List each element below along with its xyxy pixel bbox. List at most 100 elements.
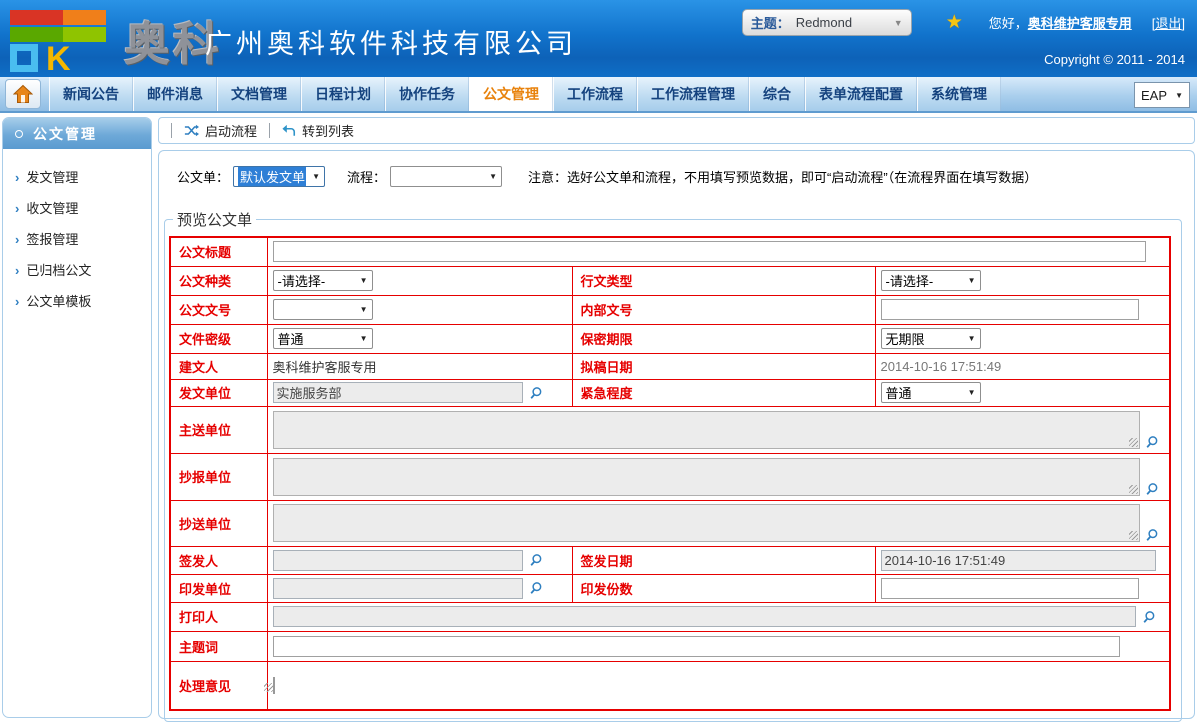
search-icon[interactable]	[529, 581, 543, 595]
keywords-input[interactable]	[273, 636, 1121, 657]
sidebar-item-sign-reports[interactable]: ›签报管理	[15, 223, 151, 254]
line-type-label: 行文类型	[572, 266, 875, 295]
table-row: 打印人	[170, 602, 1170, 631]
doc-no-label: 公文文号	[170, 295, 267, 324]
theme-select[interactable]: 主题： Redmond ▼	[742, 9, 912, 36]
search-icon[interactable]	[1145, 482, 1159, 496]
doc-no-select[interactable]: ▼	[273, 299, 373, 320]
issue-unit-label: 发文单位	[170, 379, 267, 406]
theme-label: 主题：	[751, 13, 790, 32]
draft-date-label: 拟稿日期	[572, 353, 875, 379]
copy-send-label: 抄送单位	[170, 500, 267, 546]
return-arrow-icon	[282, 124, 296, 137]
arrow-icon: ›	[15, 170, 19, 185]
company-name: 广州奥科软件科技有限公司	[205, 22, 577, 61]
sidebar-item-incoming-docs[interactable]: ›收文管理	[15, 192, 151, 223]
main-send-textarea[interactable]	[273, 411, 1141, 449]
tab-docs[interactable]: 文档管理	[217, 77, 301, 111]
table-row: 建文人 奥科维护客服专用 拟稿日期 2014-10-16 17:51:49	[170, 353, 1170, 379]
doc-form-select[interactable]: 默认发文单 ▼	[233, 166, 325, 187]
doc-title-input[interactable]	[273, 241, 1147, 262]
dropdown-arrow-icon: ▼	[360, 276, 368, 285]
secrecy-select[interactable]: 普通 ▼	[273, 328, 373, 349]
favorite-star-icon[interactable]: ★	[946, 11, 963, 34]
main-send-label: 主送单位	[170, 406, 267, 453]
tab-schedule[interactable]: 日程计划	[301, 77, 385, 111]
dropdown-arrow-icon: ▼	[360, 334, 368, 343]
secrecy-term-label: 保密期限	[572, 324, 875, 353]
eap-select[interactable]: EAP ▼	[1134, 82, 1190, 108]
bullet-icon	[15, 130, 23, 138]
secrecy-term-select[interactable]: 无期限 ▼	[881, 328, 981, 349]
sidebar-item-doc-templates[interactable]: ›公文单模板	[15, 285, 151, 316]
tab-official-docs[interactable]: 公文管理	[469, 77, 553, 111]
print-copies-input[interactable]	[881, 578, 1139, 599]
logout-link[interactable]: [退出]	[1152, 13, 1185, 32]
issue-unit-input[interactable]	[273, 382, 523, 403]
dropdown-arrow-icon: ▼	[968, 388, 976, 397]
internal-no-label: 内部文号	[572, 295, 875, 324]
table-row: 处理意见	[170, 661, 1170, 710]
doc-title-label: 公文标题	[170, 237, 267, 266]
search-icon[interactable]	[529, 386, 543, 400]
doc-type-label: 公文种类	[170, 266, 267, 295]
tab-workflow-mgmt[interactable]: 工作流程管理	[637, 77, 749, 111]
copy-report-textarea[interactable]	[273, 458, 1141, 496]
search-icon[interactable]	[1142, 610, 1156, 624]
sidebar-header: 公文管理	[3, 118, 151, 149]
print-copies-label: 印发份数	[572, 574, 875, 602]
opinion-label: 处理意见	[170, 661, 267, 710]
home-button[interactable]	[5, 79, 41, 109]
goto-list-button[interactable]: 转到列表	[282, 121, 354, 140]
greeting: 您好，奥科维护客服专用	[989, 13, 1132, 32]
doc-type-select[interactable]: -请选择- ▼	[273, 270, 373, 291]
tab-workflow[interactable]: 工作流程	[553, 77, 637, 111]
logo: K 奥科	[10, 8, 222, 74]
username-link[interactable]: 奥科维护客服专用	[1028, 16, 1132, 31]
arrow-icon: ›	[15, 294, 19, 309]
tab-mail[interactable]: 邮件消息	[133, 77, 217, 111]
copy-send-textarea[interactable]	[273, 504, 1141, 542]
tab-news[interactable]: 新闻公告	[49, 77, 133, 111]
dropdown-arrow-icon: ▼	[1175, 91, 1183, 100]
tab-form-flow-config[interactable]: 表单流程配置	[805, 77, 917, 111]
print-unit-input[interactable]	[273, 578, 523, 599]
page-header: K 奥科 广州奥科软件科技有限公司 主题： Redmond ▼ ★ 您好，奥科维…	[0, 0, 1197, 77]
dropdown-arrow-icon: ▼	[312, 172, 320, 181]
search-icon[interactable]	[1145, 435, 1159, 449]
sidebar-item-archived-docs[interactable]: ›已归档公文	[15, 254, 151, 285]
urgency-select[interactable]: 普通 ▼	[881, 382, 981, 403]
table-row: 主题词	[170, 631, 1170, 661]
search-icon[interactable]	[529, 553, 543, 567]
printer-input[interactable]	[273, 606, 1137, 627]
doc-form-table: 公文标题 公文种类 -请选择- ▼ 行文类型 -请选择- ▼	[169, 236, 1171, 711]
signer-input[interactable]	[273, 550, 523, 571]
flow-label: 流程：	[347, 167, 386, 186]
toolbar: 启动流程 转到列表	[158, 117, 1195, 144]
tab-sysadmin[interactable]: 系统管理	[917, 77, 1001, 111]
sign-date-input[interactable]	[881, 550, 1157, 571]
search-icon[interactable]	[1145, 528, 1159, 542]
internal-no-input[interactable]	[881, 299, 1139, 320]
tab-general[interactable]: 综合	[749, 77, 805, 111]
shuffle-icon	[184, 124, 199, 137]
home-icon	[13, 84, 33, 104]
doc-form-label: 公文单：	[177, 167, 229, 186]
urgency-label: 紧急程度	[572, 379, 875, 406]
start-flow-button[interactable]: 启动流程	[184, 121, 257, 140]
sidebar-item-outgoing-docs[interactable]: ›发文管理	[15, 161, 151, 192]
sign-date-label: 签发日期	[572, 546, 875, 574]
note-text: 注意：选好公文单和流程，不用填写预览数据，即可“启动流程”（在流程界面在填写数据…	[528, 167, 1037, 186]
table-row: 公文标题	[170, 237, 1170, 266]
flow-select[interactable]: ▼	[390, 166, 502, 187]
table-row: 抄送单位	[170, 500, 1170, 546]
line-type-select[interactable]: -请选择- ▼	[881, 270, 981, 291]
creator-value: 奥科维护客服专用	[273, 360, 377, 375]
table-row: 公文文号 ▼ 内部文号	[170, 295, 1170, 324]
opinion-textarea[interactable]	[273, 677, 275, 694]
tab-collab-tasks[interactable]: 协作任务	[385, 77, 469, 111]
main-panel: 公文单： 默认发文单 ▼ 流程： ▼ 注意：选好公文单和流程，不用填写预览数据，…	[158, 150, 1195, 719]
print-unit-label: 印发单位	[170, 574, 267, 602]
secrecy-label: 文件密级	[170, 324, 267, 353]
draft-date-value: 2014-10-16 17:51:49	[881, 359, 1002, 374]
